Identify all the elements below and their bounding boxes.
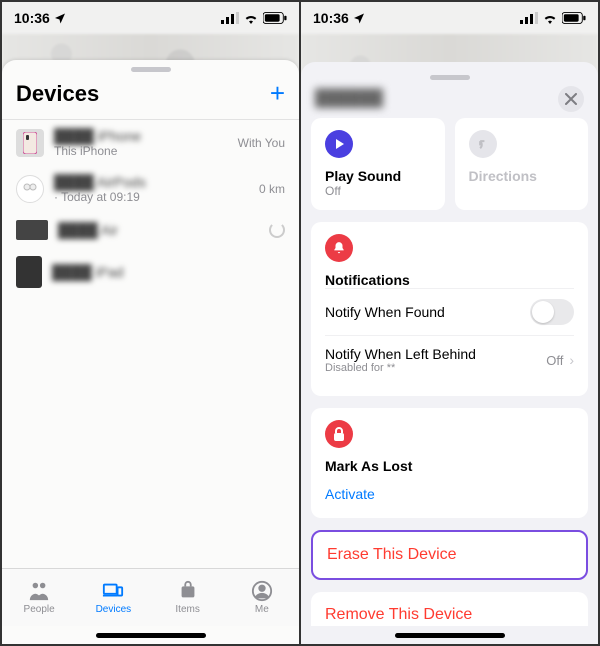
device-name: ████ Air [58, 222, 259, 238]
status-time: 10:36 [313, 10, 349, 26]
status-bar: 10:36 [2, 2, 299, 34]
people-icon [28, 580, 50, 602]
close-button[interactable] [558, 86, 584, 112]
section-heading: Mark As Lost [325, 458, 574, 474]
device-row[interactable]: ████ AirPods · Today at 09:19 0 km [2, 166, 299, 212]
card-title: Play Sound [325, 168, 431, 184]
tab-items[interactable]: Items [151, 569, 225, 626]
sheet-title: Devices [16, 81, 99, 107]
signal-icon [520, 12, 538, 24]
device-thumb-airpods [16, 175, 44, 203]
device-row[interactable]: ████ Air [2, 212, 299, 248]
tab-label: Items [175, 604, 199, 615]
home-indicator[interactable] [2, 626, 299, 644]
device-sub: This iPhone [54, 144, 228, 158]
notify-when-found-row[interactable]: Notify When Found [325, 288, 574, 335]
battery-icon [263, 12, 287, 24]
devices-sheet: Devices + ████ iPhone This iPhone With Y… [2, 60, 299, 644]
me-icon [251, 580, 273, 602]
tab-label: People [24, 604, 55, 615]
tab-me[interactable]: Me [225, 569, 299, 626]
option-label: Notify When Found [325, 304, 445, 320]
device-name: ████ iPhone [54, 128, 228, 144]
device-thumb-iphone [16, 129, 44, 157]
tab-devices[interactable]: Devices [76, 569, 150, 626]
device-name: ████ AirPods [54, 174, 249, 190]
tab-label: Devices [96, 604, 132, 615]
erase-label: Erase This Device [327, 546, 572, 564]
erase-device-button[interactable]: Erase This Device [311, 530, 588, 580]
device-meta: With You [238, 136, 285, 150]
status-time: 10:36 [14, 10, 50, 26]
signal-icon [221, 12, 239, 24]
device-thumb-ipad [16, 256, 42, 288]
directions-card: Directions [455, 118, 589, 210]
location-icon [353, 12, 365, 24]
directions-icon [469, 130, 497, 158]
option-value: Off [546, 353, 563, 368]
devices-icon [102, 580, 124, 602]
device-detail-sheet: ██████ Play Sound Off Directi [301, 62, 598, 626]
tab-label: Me [255, 604, 269, 615]
device-row[interactable]: ████ iPad [2, 248, 299, 296]
chevron-right-icon: › [569, 352, 574, 368]
remove-label: Remove This Device [325, 606, 574, 624]
option-label: Notify When Left Behind [325, 346, 476, 362]
device-thumb-mac [16, 220, 48, 240]
device-name-title: ██████ [315, 90, 383, 108]
close-icon [565, 93, 577, 105]
device-name: ████ iPad [52, 264, 285, 280]
bell-icon [325, 234, 353, 262]
device-row[interactable]: ████ iPhone This iPhone With You [2, 120, 299, 166]
play-sound-card[interactable]: Play Sound Off [311, 118, 445, 210]
status-bar: 10:36 [301, 2, 598, 34]
activate-button[interactable]: Activate [325, 474, 574, 506]
items-icon [177, 580, 199, 602]
sheet-grabber[interactable] [131, 67, 171, 72]
notify-when-left-row[interactable]: Notify When Left Behind Disabled for ** … [325, 335, 574, 384]
play-icon [325, 130, 353, 158]
wifi-icon [542, 12, 558, 24]
notifications-card: Notifications Notify When Found Notify W… [311, 222, 588, 396]
device-meta: 0 km [259, 182, 285, 196]
wifi-icon [243, 12, 259, 24]
location-icon [54, 12, 66, 24]
tab-people[interactable]: People [2, 569, 76, 626]
mark-as-lost-card: Mark As Lost Activate [311, 408, 588, 518]
left-screen: 10:36 Devices + ████ iPhone [2, 2, 299, 644]
card-title: Directions [469, 168, 575, 184]
card-sub: Off [325, 184, 431, 198]
home-indicator[interactable] [301, 626, 598, 644]
loading-spinner-icon [269, 222, 285, 238]
option-sublabel: Disabled for ** [325, 362, 476, 374]
lock-icon [325, 420, 353, 448]
device-sub: · Today at 09:19 [54, 190, 249, 204]
sheet-grabber[interactable] [430, 75, 470, 80]
toggle-switch[interactable] [530, 299, 574, 325]
remove-device-button[interactable]: Remove This Device [311, 592, 588, 626]
battery-icon [562, 12, 586, 24]
add-device-button[interactable]: + [270, 78, 285, 109]
tab-bar: People Devices Items Me [2, 568, 299, 626]
section-heading: Notifications [325, 272, 574, 288]
right-screen: 10:36 ██████ [299, 2, 598, 644]
